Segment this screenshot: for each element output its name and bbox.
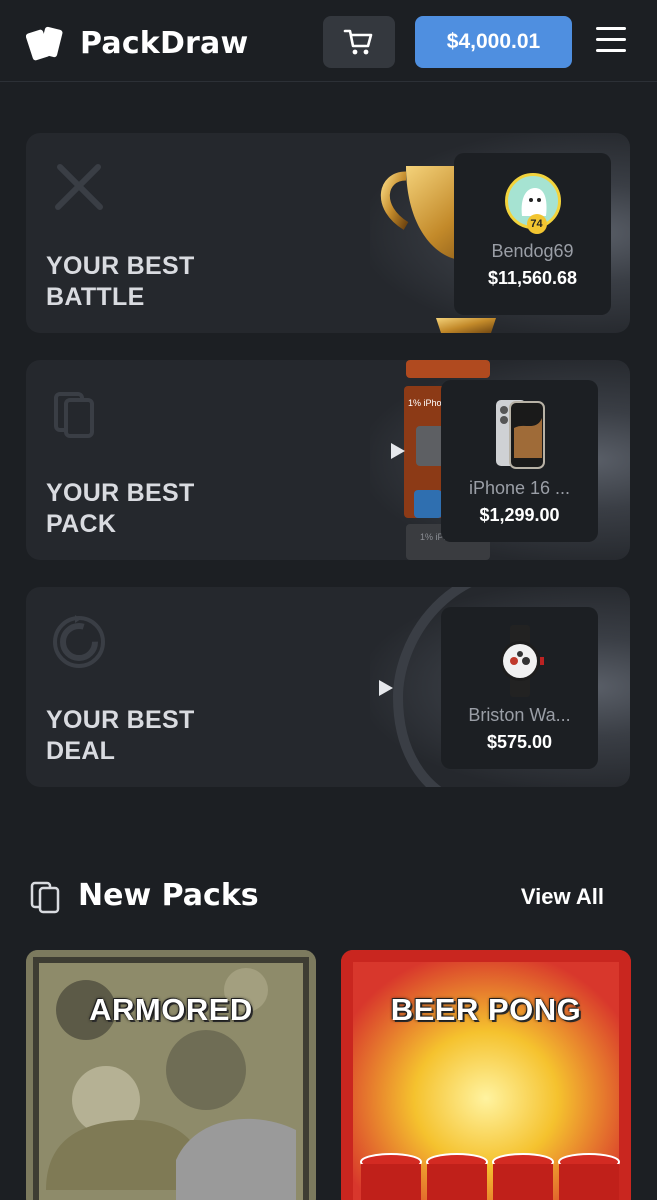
best-pack-item-box[interactable]: iPhone 16 ... $1,299.00 [441, 380, 598, 542]
balance-button[interactable]: $4,000.01 [415, 16, 572, 68]
armored-pack-art [26, 950, 316, 1200]
top-header: PackDraw $4,000.01 [0, 0, 657, 82]
best-battle-value: $11,560.68 [487, 268, 578, 288]
cards-logo-icon [26, 26, 63, 61]
best-battle-username: Bendog69 [491, 241, 574, 261]
play-arrow-icon [391, 443, 405, 459]
crossed-swords-icon [55, 164, 103, 210]
user-avatar: 74 [504, 173, 561, 234]
best-pack-value: $1,299.00 [479, 505, 560, 525]
hamburger-menu-icon[interactable] [596, 27, 626, 55]
best-battle-card[interactable]: 74 Bendog69 $11,560.68 YOUR BEST BATTLE [26, 133, 630, 333]
new-packs-header: New Packs View All [26, 870, 630, 922]
watch-image [499, 625, 544, 697]
new-packs-title: New Packs [78, 878, 259, 913]
pack-cards-icon [30, 881, 60, 914]
best-deal-value: $575.00 [486, 732, 553, 752]
best-deal-item-box[interactable]: Briston Wa... $575.00 [441, 607, 598, 769]
pack-cards-icon [54, 392, 94, 438]
beer-pong-pack-art [341, 950, 631, 1200]
deal-spinner-icon [53, 615, 105, 668]
play-arrow-icon [379, 680, 393, 696]
pack-stack-top [406, 360, 490, 378]
brand-logo[interactable]: PackDraw [26, 22, 248, 64]
best-pack-card[interactable]: 1% iPhone 1% iPhone iPhone 16 ... $1,299… [26, 360, 630, 560]
best-deal-title: YOUR BEST DEAL [46, 706, 195, 765]
best-deal-item-name: Briston Wa... [468, 705, 571, 725]
pack-name: BEER PONG [390, 992, 582, 1027]
best-battle-title: YOUR BEST BATTLE [46, 252, 195, 311]
iphone-image [495, 400, 545, 469]
user-level-badge: 74 [526, 214, 547, 234]
best-pack-title: YOUR BEST PACK [46, 479, 195, 538]
best-pack-item-name: iPhone 16 ... [468, 478, 571, 498]
pack-name: ARMORED [89, 992, 253, 1027]
pack-card-armored[interactable]: ARMORED [26, 950, 316, 1200]
view-all-link[interactable]: View All [521, 884, 604, 910]
cart-button[interactable] [323, 16, 395, 68]
cart-icon [343, 29, 373, 55]
best-battle-user-box[interactable]: 74 Bendog69 $11,560.68 [454, 153, 611, 315]
pack-card-beer-pong[interactable]: BEER PONG [341, 950, 631, 1200]
best-deal-card[interactable]: Briston Wa... $575.00 YOUR BEST DEAL [26, 587, 630, 787]
brand-name: PackDraw [80, 25, 249, 61]
